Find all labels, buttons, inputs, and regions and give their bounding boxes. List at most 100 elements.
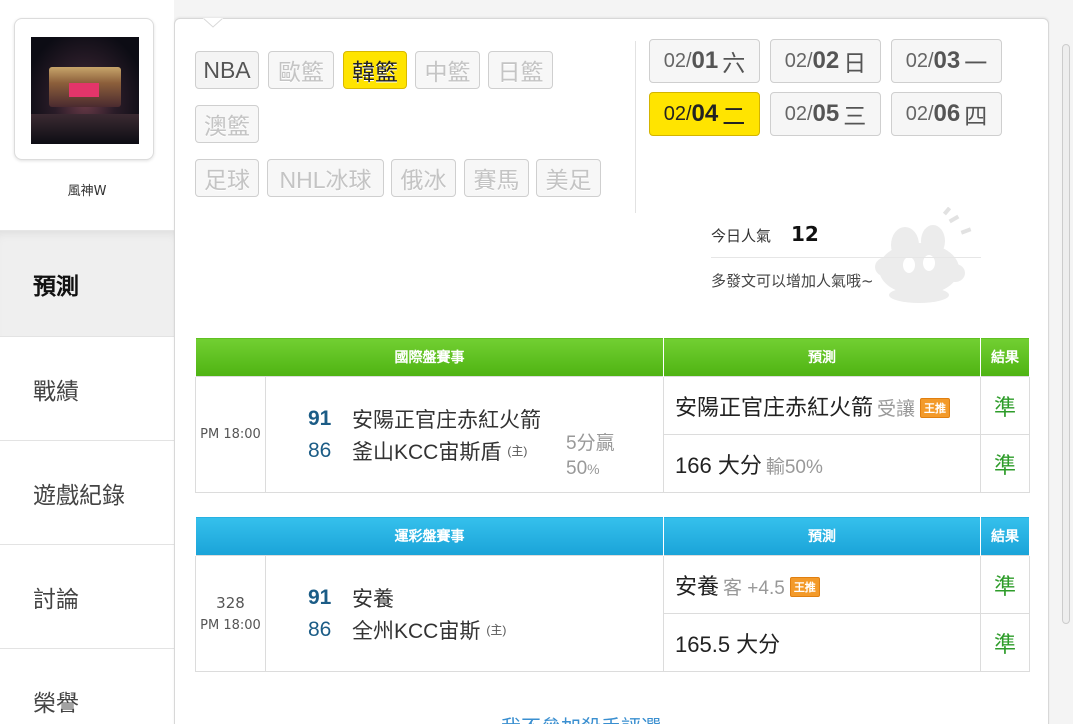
date-weekday: 四 (964, 103, 988, 129)
header-event: 國際盤賽事 (195, 337, 664, 377)
date-weekday: 日 (843, 50, 867, 76)
avatar-screen-shape (69, 83, 99, 97)
header-result: 結果 (980, 337, 1030, 377)
prediction-cell: 安陽正官庄赤紅火箭 受讓 王推 (663, 376, 981, 435)
league-chip-russia-hockey[interactable]: 俄冰 (391, 159, 456, 197)
date-month: 02/ (663, 49, 692, 72)
avatar[interactable] (31, 37, 139, 144)
divider (635, 41, 636, 213)
date-day: 04 (691, 100, 719, 127)
game-time: PM 18:00 (200, 618, 261, 633)
prediction-sub: 客 +4.5 (723, 577, 785, 599)
result-cell: 準 (980, 434, 1030, 493)
date-day: 06 (933, 100, 961, 127)
spread-info: 5分贏 50% (566, 431, 615, 482)
scrollbar[interactable] (1062, 44, 1070, 624)
league-chip-soccer[interactable]: 足球 (195, 159, 259, 197)
league-chip-nba[interactable]: NBA (195, 51, 259, 89)
panel-notch (203, 18, 223, 28)
killer-opt-out-link[interactable]: 我不參加殺手評選 ⌄ (501, 711, 693, 724)
spread-pct-unit: % (587, 461, 600, 477)
date-button-0203[interactable]: 02/03 一 (891, 39, 1002, 83)
sidebar: 風神W 預測 戰績 遊戲紀錄 討論 榮譽 (0, 0, 174, 724)
date-button-0206[interactable]: 02/06 四 (891, 92, 1002, 136)
prediction-cell: 166 大分 輸50% (663, 434, 981, 493)
league-chip-american-football[interactable]: 美足 (536, 159, 601, 197)
date-month: 02/ (905, 49, 934, 72)
prediction-sub: 輸50% (765, 456, 823, 478)
date-button-0201[interactable]: 02/01 六 (649, 39, 760, 83)
game-time-cell: 328 PM 18:00 (195, 555, 266, 672)
result-cell: 準 (980, 555, 1030, 614)
killer-opt-out-label: 我不參加殺手評選 (501, 715, 661, 724)
spread-line: 5分贏 (566, 433, 615, 454)
prediction-main: 安養 (675, 573, 720, 599)
header-prediction: 預測 (663, 337, 981, 377)
sidebar-item-record[interactable]: 戰績 (0, 336, 174, 440)
match-cell: 91 安養 86 全州KCC宙斯 (主) (265, 555, 664, 672)
league-chip-korea-basketball[interactable]: 韓籃 (343, 51, 407, 89)
date-weekday: 六 (722, 50, 746, 76)
sidebar-item-game-history[interactable]: 遊戲紀錄 (0, 440, 174, 544)
sidebar-item-honor[interactable]: 榮譽 (0, 648, 174, 724)
match-cell: 91 安陽正官庄赤紅火箭 86 釜山KCC宙斯盾 (主) 5分贏 50% (265, 376, 664, 493)
sidebar-item-prediction[interactable]: 預測 (0, 230, 174, 336)
prediction-main: 165.5 大分 (675, 631, 781, 657)
date-weekday: 二 (722, 103, 746, 129)
result-cell: 準 (980, 613, 1030, 672)
date-day: 01 (691, 47, 719, 74)
away-team-name[interactable]: 安陽正官庄赤紅火箭 (352, 404, 541, 434)
host-tag: (主) (486, 623, 507, 637)
away-team-line: 91 安陽正官庄赤紅火箭 (308, 403, 663, 435)
date-button-0202[interactable]: 02/02 日 (770, 39, 881, 83)
host-tag: (主) (507, 444, 528, 458)
league-chip-australia-basketball[interactable]: 澳籃 (195, 105, 259, 143)
league-chip-nhl[interactable]: NHL冰球 (267, 159, 384, 197)
result-cell: 準 (980, 376, 1030, 435)
date-month: 02/ (784, 49, 813, 72)
date-month: 02/ (905, 102, 934, 125)
league-chip-horse-racing[interactable]: 賽馬 (464, 159, 529, 197)
sports-lottery-games-table: 運彩盤賽事 預測 結果 328 PM 18:00 91 安養 86 全州KCC宙… (195, 516, 1030, 672)
home-team-name[interactable]: 全州KCC宙斯 (352, 615, 480, 645)
date-day: 03 (933, 47, 961, 74)
spread-pct-value: 50 (566, 458, 588, 479)
international-games-table: 國際盤賽事 預測 結果 PM 18:00 91 安陽正官庄赤紅火箭 86 釜山K… (195, 337, 1030, 493)
home-team-name[interactable]: 釜山KCC宙斯盾 (352, 436, 501, 466)
date-button-0204[interactable]: 02/04 二 (649, 92, 760, 136)
avatar-water-shape (31, 114, 139, 144)
home-team-line: 86 全州KCC宙斯 (主) (308, 614, 663, 646)
king-pick-badge: 王推 (920, 397, 951, 418)
date-month: 02/ (784, 102, 813, 125)
home-score: 86 (308, 438, 332, 462)
king-pick-badge: 王推 (789, 576, 820, 597)
prediction-sub: 受讓 (877, 398, 916, 420)
avatar-card[interactable] (14, 18, 154, 160)
popularity-label: 今日人氣 (711, 227, 772, 245)
prediction-main: 166 大分 (675, 452, 762, 478)
date-day: 05 (812, 100, 840, 127)
header-event: 運彩盤賽事 (195, 516, 664, 556)
date-weekday: 一 (964, 50, 988, 76)
date-day: 02 (812, 47, 840, 74)
prediction-cell: 165.5 大分 (663, 613, 981, 672)
league-chip-china-basketball[interactable]: 中籃 (415, 51, 480, 89)
date-button-0205[interactable]: 02/05 三 (770, 92, 881, 136)
away-score: 91 (308, 406, 332, 430)
home-score: 86 (308, 617, 332, 641)
popularity-divider (711, 257, 981, 258)
prediction-main: 安陽正官庄赤紅火箭 (675, 394, 874, 420)
user-name[interactable]: 風神W (0, 180, 174, 199)
prediction-cell: 安養客 +4.5 王推 (663, 555, 981, 614)
sidebar-item-discussion[interactable]: 討論 (0, 544, 174, 648)
date-weekday: 三 (843, 103, 867, 129)
game-number: 328 (216, 594, 245, 612)
away-team-name[interactable]: 安養 (352, 583, 394, 613)
league-chip-euro-basketball[interactable]: 歐籃 (268, 51, 334, 89)
popularity-value: 12 (791, 222, 819, 246)
away-team-line: 91 安養 (308, 582, 663, 614)
main-panel: NBA 歐籃 韓籃 中籃 日籃 澳籃 足球 NHL冰球 俄冰 賽馬 美足 02/… (174, 18, 1049, 724)
game-time: PM 18:00 (200, 427, 261, 442)
league-chip-japan-basketball[interactable]: 日籃 (488, 51, 553, 89)
game-time-cell: PM 18:00 (195, 376, 266, 493)
